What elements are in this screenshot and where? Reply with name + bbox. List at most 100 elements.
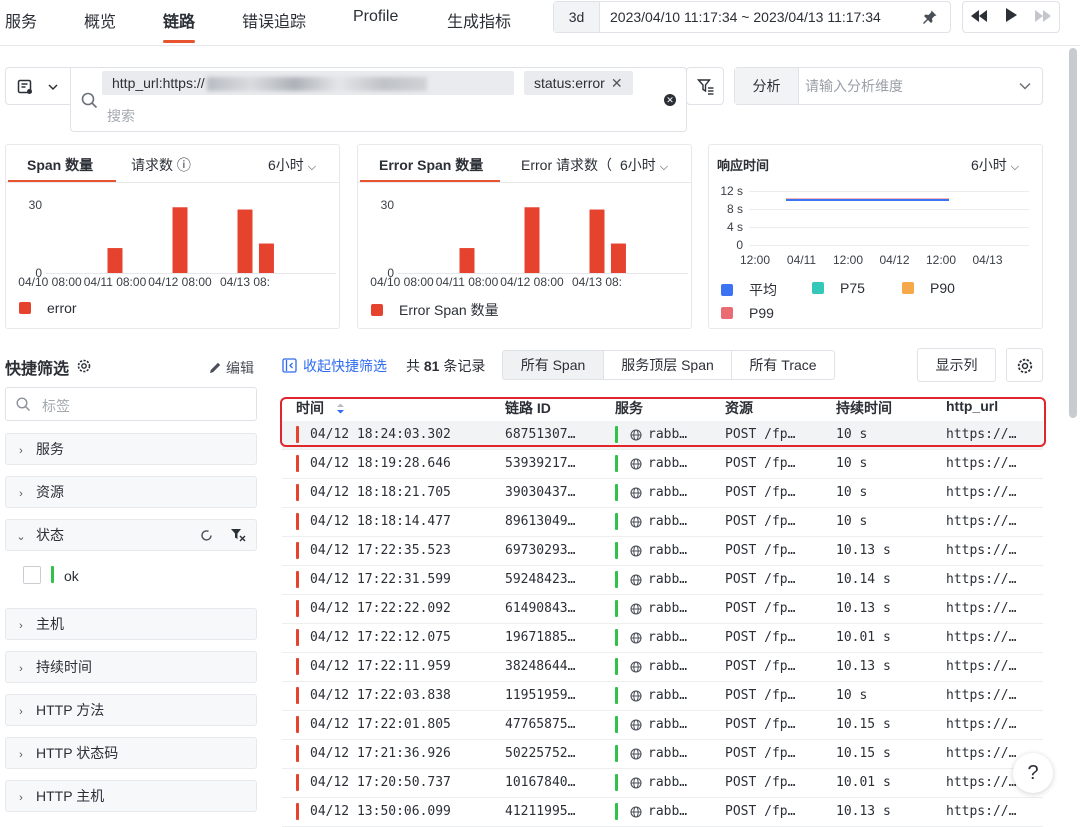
table-row[interactable]: 04/12 18:24:03.302 68751307… rabb… POST /fp… (282, 421, 1043, 450)
side-item-duration[interactable]: › 持续时间 (5, 651, 257, 683)
cell-resource: POST /fp… (725, 804, 796, 819)
cell-duration: 10.01 s (836, 630, 891, 645)
legend-item-p90[interactable]: P90 (902, 280, 955, 296)
table-row[interactable]: 04/12 17:22:03.838 11951959… rabb… POST /fp… (282, 682, 1043, 711)
tab-generate-metrics[interactable]: 生成指标 (447, 8, 511, 38)
table-row[interactable]: 04/12 17:22:31.599 59248423… rabb… POST /fp… (282, 566, 1043, 595)
tab-error-request-count[interactable]: Error 请求数（ (521, 155, 621, 175)
col-duration[interactable]: 持续时间 (836, 398, 892, 418)
show-columns-button[interactable]: 显示列 (917, 348, 996, 382)
side-item-service[interactable]: › 服务 (5, 433, 257, 465)
search-placeholder[interactable]: 搜索 (107, 106, 135, 126)
side-item-http-host[interactable]: › HTTP 主机 (5, 780, 257, 812)
side-item-label: HTTP 主机 (36, 788, 105, 804)
filter-settings-button[interactable] (686, 67, 724, 105)
tab-profile[interactable]: Profile (353, 8, 398, 38)
clear-icon[interactable]: ✕ (664, 94, 676, 106)
tab-services[interactable]: 服务 (5, 8, 37, 38)
status-error-bar (296, 542, 299, 559)
collapse-quick-filter-button[interactable]: 收起快捷筛选 (282, 356, 387, 376)
status-ok-checkbox[interactable] (23, 566, 41, 584)
cell-trace-id: 19671885… (505, 630, 576, 645)
time-range-picker[interactable]: 3d 2023/04/10 11:17:34 ~ 2023/04/13 11:1… (553, 1, 951, 33)
legend-item-p99[interactable]: P99 (721, 305, 774, 321)
status-error-bar (296, 600, 299, 617)
col-time[interactable]: 时间 (296, 398, 345, 418)
table-row[interactable]: 04/12 17:20:50.737 10167840… rabb… POST /fp… (282, 769, 1043, 798)
legend-item-error[interactable]: error (19, 300, 77, 316)
table-row[interactable]: 04/12 18:18:21.705 39030437… rabb… POST /fp… (282, 479, 1043, 508)
side-item-resource[interactable]: › 资源 (5, 476, 257, 508)
table-row[interactable]: 04/12 17:22:01.805 47765875… rabb… POST /fp… (282, 711, 1043, 740)
range-dropdown[interactable]: 6小时 ⌵ (620, 155, 668, 175)
legend-item-error-span[interactable]: Error Span 数量 (371, 300, 499, 320)
sort-icon[interactable] (336, 403, 345, 414)
range-dropdown[interactable]: 6小时 ⌵ (268, 155, 316, 175)
cell-resource: POST /fp… (725, 514, 796, 529)
table-row[interactable]: 04/12 17:22:12.075 19671885… rabb… POST /fp… (282, 624, 1043, 653)
side-item-http-method[interactable]: › HTTP 方法 (5, 694, 257, 726)
bar (459, 248, 475, 273)
legend-item-avg[interactable]: 平均 (721, 280, 777, 300)
col-http-url[interactable]: http_url (946, 398, 998, 414)
table-row[interactable]: 04/12 17:22:35.523 69730293… rabb… POST /fp… (282, 537, 1043, 566)
range-dropdown[interactable]: 6小时 ⌵ (971, 155, 1019, 175)
play-icon[interactable] (995, 2, 1027, 32)
tab-error-span-count[interactable]: Error Span 数量 (379, 155, 483, 175)
status-ok-label[interactable]: ok (64, 568, 79, 584)
col-service[interactable]: 服务 (615, 398, 643, 418)
table-row[interactable]: 04/12 13:50:06.099 41211995… rabb… POST /fp… (282, 798, 1043, 827)
side-item-label: 资源 (36, 484, 64, 500)
x-tick-label: 04/13 (972, 253, 1002, 267)
fast-forward-icon[interactable] (1027, 2, 1059, 32)
seg-all-trace[interactable]: 所有 Trace (731, 350, 835, 380)
side-item-status[interactable]: ⌄ 状态 (5, 519, 257, 551)
chevron-right-icon: › (19, 792, 23, 804)
analysis-placeholder[interactable]: 请输入分析维度 (805, 68, 903, 104)
tab-error-tracking[interactable]: 错误追踪 (242, 8, 306, 38)
clear-filter-icon[interactable] (230, 528, 246, 542)
time-range-text[interactable]: 2023/04/10 11:17:34 ~ 2023/04/13 11:17:3… (610, 2, 881, 32)
tag-search-input[interactable]: 标签 (5, 387, 257, 421)
side-item-http-status[interactable]: › HTTP 状态码 (5, 737, 257, 769)
tab-traces[interactable]: 链路 (163, 8, 196, 43)
x-tick-label: 04/13 08: (572, 275, 622, 289)
table-settings-button[interactable] (1006, 348, 1043, 382)
quick-range-button[interactable]: 3d (554, 2, 600, 32)
cell-resource: POST /fp… (725, 456, 796, 471)
edit-button[interactable]: 编辑 (209, 358, 254, 378)
tab-request-count[interactable]: 请求数 ⓘ (131, 155, 191, 175)
table-row[interactable]: 04/12 17:21:36.926 50225752… rabb… POST /fp… (282, 740, 1043, 769)
y-tick-label: 8 s (727, 202, 743, 216)
gear-icon (1017, 358, 1033, 374)
tab-overview[interactable]: 概览 (84, 8, 116, 38)
table-row[interactable]: 04/12 18:19:28.646 53939217… rabb… POST /fp… (282, 450, 1043, 479)
tab-span-count[interactable]: Span 数量 (27, 155, 93, 175)
help-button[interactable]: ? (1013, 753, 1053, 793)
cell-service: rabb… (648, 427, 688, 442)
page-scrollbar[interactable] (1069, 48, 1077, 418)
col-resource[interactable]: 资源 (725, 398, 753, 418)
refresh-icon[interactable] (200, 529, 213, 542)
status-error-bar (296, 513, 299, 530)
table-row[interactable]: 04/12 17:22:22.092 61490843… rabb… POST /fp… (282, 595, 1043, 624)
tab-divider (6, 182, 339, 183)
search-box[interactable]: http_url:https://✕ status:error ✕ 搜索 ✕ (70, 67, 687, 132)
pin-icon[interactable] (922, 9, 938, 25)
seg-service-top-span[interactable]: 服务顶层 Span (603, 350, 732, 380)
close-icon[interactable]: ✕ (611, 75, 623, 91)
seg-all-span[interactable]: 所有 Span (502, 350, 604, 380)
table-row[interactable]: 04/12 17:22:11.959 38248644… rabb… POST /fp… (282, 653, 1043, 682)
view-selector[interactable] (5, 67, 71, 105)
col-trace-id[interactable]: 链路 ID (505, 398, 551, 418)
table-row[interactable]: 04/12 18:18:14.477 89613049… rabb… POST /fp… (282, 508, 1043, 537)
service-color-bar (615, 426, 618, 443)
legend-swatch (812, 282, 824, 294)
filter-chip-url[interactable]: http_url:https://✕ (102, 71, 514, 95)
rewind-icon[interactable] (963, 2, 995, 32)
filter-chip-status[interactable]: status:error ✕ (524, 71, 633, 95)
analysis-dimension-select[interactable]: 分析 请输入分析维度 (734, 67, 1043, 105)
side-item-host[interactable]: › 主机 (5, 608, 257, 640)
gear-icon[interactable] (76, 358, 92, 374)
legend-item-p75[interactable]: P75 (812, 280, 865, 296)
